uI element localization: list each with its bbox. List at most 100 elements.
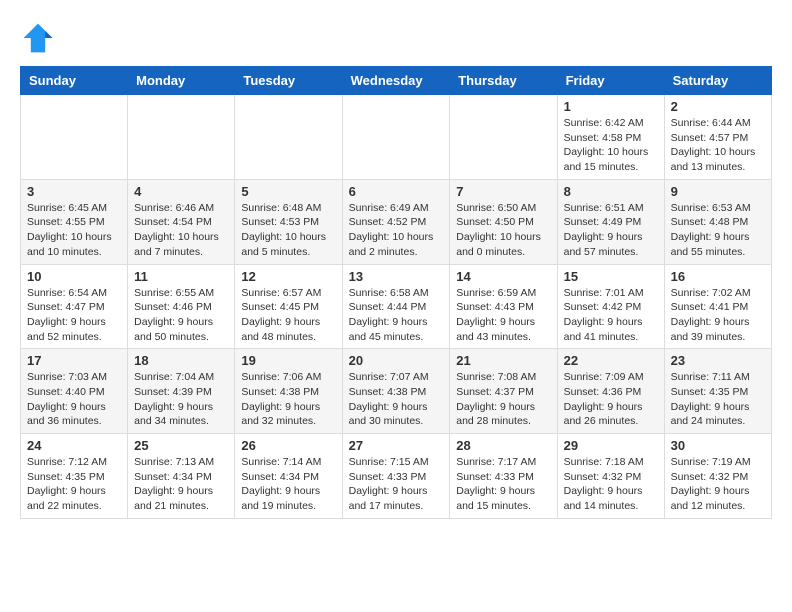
day-number: 24 xyxy=(27,438,121,453)
day-cell: 3 Sunrise: 6:45 AM Sunset: 4:55 PM Daylig… xyxy=(21,179,128,264)
day-info: Sunrise: 6:42 AM Sunset: 4:58 PM Dayligh… xyxy=(564,116,658,175)
day-number: 11 xyxy=(134,269,228,284)
day-cell: 26 Sunrise: 7:14 AM Sunset: 4:34 PM Dayli… xyxy=(235,434,342,519)
day-cell: 30Sunrise: 7:19 AM Sunset: 4:32 PM Dayli… xyxy=(664,434,771,519)
day-number: 27 xyxy=(349,438,444,453)
day-number: 3 xyxy=(27,184,121,199)
week-row-3: 10 Sunrise: 6:54 AM Sunset: 4:47 PM Dayli… xyxy=(21,264,772,349)
day-cell: 9Sunrise: 6:53 AM Sunset: 4:48 PM Daylig… xyxy=(664,179,771,264)
day-info: Sunrise: 6:54 AM Sunset: 4:47 PM Dayligh… xyxy=(27,286,121,345)
weekday-header-monday: Monday xyxy=(128,67,235,95)
day-cell: 12 Sunrise: 6:57 AM Sunset: 4:45 PM Dayli… xyxy=(235,264,342,349)
day-cell: 29Sunrise: 7:18 AM Sunset: 4:32 PM Dayli… xyxy=(557,434,664,519)
day-info: Sunrise: 6:58 AM Sunset: 4:44 PM Dayligh… xyxy=(349,286,444,345)
day-cell: 2Sunrise: 6:44 AM Sunset: 4:57 PM Daylig… xyxy=(664,95,771,180)
weekday-header-saturday: Saturday xyxy=(664,67,771,95)
week-row-4: 17 Sunrise: 7:03 AM Sunset: 4:40 PM Dayli… xyxy=(21,349,772,434)
day-cell: 25 Sunrise: 7:13 AM Sunset: 4:34 PM Dayli… xyxy=(128,434,235,519)
day-info: Sunrise: 7:13 AM Sunset: 4:34 PM Dayligh… xyxy=(134,455,228,514)
day-info: Sunrise: 7:01 AM Sunset: 4:42 PM Dayligh… xyxy=(564,286,658,345)
weekday-header-friday: Friday xyxy=(557,67,664,95)
day-cell xyxy=(128,95,235,180)
calendar-table: SundayMondayTuesdayWednesdayThursdayFrid… xyxy=(20,66,772,519)
day-cell: 14 Sunrise: 6:59 AM Sunset: 4:43 PM Dayli… xyxy=(450,264,557,349)
day-cell: 18Sunrise: 7:04 AM Sunset: 4:39 PM Dayli… xyxy=(128,349,235,434)
day-cell: 20 Sunrise: 7:07 AM Sunset: 4:38 PM Dayli… xyxy=(342,349,450,434)
day-number: 13 xyxy=(349,269,444,284)
day-number: 10 xyxy=(27,269,121,284)
day-cell: 7 Sunrise: 6:50 AM Sunset: 4:50 PM Daylig… xyxy=(450,179,557,264)
day-info: Sunrise: 6:55 AM Sunset: 4:46 PM Dayligh… xyxy=(134,286,228,345)
day-cell: 23 Sunrise: 7:11 AM Sunset: 4:35 PM Dayli… xyxy=(664,349,771,434)
day-number: 20 xyxy=(349,353,444,368)
day-number: 23 xyxy=(671,353,765,368)
day-info: Sunrise: 7:15 AM Sunset: 4:33 PM Dayligh… xyxy=(349,455,444,514)
day-cell xyxy=(21,95,128,180)
day-info: Sunrise: 7:07 AM Sunset: 4:38 PM Dayligh… xyxy=(349,370,444,429)
weekday-header-row: SundayMondayTuesdayWednesdayThursdayFrid… xyxy=(21,67,772,95)
week-row-2: 3 Sunrise: 6:45 AM Sunset: 4:55 PM Daylig… xyxy=(21,179,772,264)
weekday-header-sunday: Sunday xyxy=(21,67,128,95)
day-number: 1 xyxy=(564,99,658,114)
day-number: 21 xyxy=(456,353,550,368)
day-number: 2 xyxy=(671,99,765,114)
day-cell: 6 Sunrise: 6:49 AM Sunset: 4:52 PM Daylig… xyxy=(342,179,450,264)
day-info: Sunrise: 6:51 AM Sunset: 4:49 PM Dayligh… xyxy=(564,201,658,260)
day-number: 22 xyxy=(564,353,658,368)
day-info: Sunrise: 6:59 AM Sunset: 4:43 PM Dayligh… xyxy=(456,286,550,345)
day-number: 16 xyxy=(671,269,765,284)
day-cell: 16 Sunrise: 7:02 AM Sunset: 4:41 PM Dayli… xyxy=(664,264,771,349)
day-cell: 5Sunrise: 6:48 AM Sunset: 4:53 PM Daylig… xyxy=(235,179,342,264)
day-number: 15 xyxy=(564,269,658,284)
day-info: Sunrise: 6:57 AM Sunset: 4:45 PM Dayligh… xyxy=(241,286,335,345)
day-info: Sunrise: 6:45 AM Sunset: 4:55 PM Dayligh… xyxy=(27,201,121,260)
day-number: 12 xyxy=(241,269,335,284)
day-cell: 28 Sunrise: 7:17 AM Sunset: 4:33 PM Dayli… xyxy=(450,434,557,519)
day-info: Sunrise: 6:46 AM Sunset: 4:54 PM Dayligh… xyxy=(134,201,228,260)
day-number: 28 xyxy=(456,438,550,453)
day-cell xyxy=(235,95,342,180)
day-info: Sunrise: 7:04 AM Sunset: 4:39 PM Dayligh… xyxy=(134,370,228,429)
day-cell: 22 Sunrise: 7:09 AM Sunset: 4:36 PM Dayli… xyxy=(557,349,664,434)
day-info: Sunrise: 7:02 AM Sunset: 4:41 PM Dayligh… xyxy=(671,286,765,345)
day-cell: 21 Sunrise: 7:08 AM Sunset: 4:37 PM Dayli… xyxy=(450,349,557,434)
weekday-header-thursday: Thursday xyxy=(450,67,557,95)
day-number: 26 xyxy=(241,438,335,453)
day-cell: 27 Sunrise: 7:15 AM Sunset: 4:33 PM Dayli… xyxy=(342,434,450,519)
day-number: 29 xyxy=(564,438,658,453)
day-cell: 4 Sunrise: 6:46 AM Sunset: 4:54 PM Daylig… xyxy=(128,179,235,264)
weekday-header-tuesday: Tuesday xyxy=(235,67,342,95)
week-row-1: 1 Sunrise: 6:42 AM Sunset: 4:58 PM Daylig… xyxy=(21,95,772,180)
day-info: Sunrise: 7:09 AM Sunset: 4:36 PM Dayligh… xyxy=(564,370,658,429)
day-info: Sunrise: 7:14 AM Sunset: 4:34 PM Dayligh… xyxy=(241,455,335,514)
day-info: Sunrise: 6:48 AM Sunset: 4:53 PM Dayligh… xyxy=(241,201,335,260)
day-info: Sunrise: 7:03 AM Sunset: 4:40 PM Dayligh… xyxy=(27,370,121,429)
day-number: 17 xyxy=(27,353,121,368)
day-info: Sunrise: 7:12 AM Sunset: 4:35 PM Dayligh… xyxy=(27,455,121,514)
week-row-5: 24 Sunrise: 7:12 AM Sunset: 4:35 PM Dayli… xyxy=(21,434,772,519)
day-number: 6 xyxy=(349,184,444,199)
day-cell: 11 Sunrise: 6:55 AM Sunset: 4:46 PM Dayli… xyxy=(128,264,235,349)
day-info: Sunrise: 7:11 AM Sunset: 4:35 PM Dayligh… xyxy=(671,370,765,429)
day-info: Sunrise: 6:50 AM Sunset: 4:50 PM Dayligh… xyxy=(456,201,550,260)
day-cell: 17 Sunrise: 7:03 AM Sunset: 4:40 PM Dayli… xyxy=(21,349,128,434)
day-info: Sunrise: 7:06 AM Sunset: 4:38 PM Dayligh… xyxy=(241,370,335,429)
day-info: Sunrise: 6:53 AM Sunset: 4:48 PM Dayligh… xyxy=(671,201,765,260)
weekday-header-wednesday: Wednesday xyxy=(342,67,450,95)
day-info: Sunrise: 7:17 AM Sunset: 4:33 PM Dayligh… xyxy=(456,455,550,514)
day-cell xyxy=(342,95,450,180)
day-cell: 19Sunrise: 7:06 AM Sunset: 4:38 PM Dayli… xyxy=(235,349,342,434)
day-number: 30 xyxy=(671,438,765,453)
day-number: 14 xyxy=(456,269,550,284)
day-number: 25 xyxy=(134,438,228,453)
day-number: 4 xyxy=(134,184,228,199)
day-cell: 8Sunrise: 6:51 AM Sunset: 4:49 PM Daylig… xyxy=(557,179,664,264)
day-cell: 13 Sunrise: 6:58 AM Sunset: 4:44 PM Dayli… xyxy=(342,264,450,349)
day-number: 7 xyxy=(456,184,550,199)
day-cell: 10 Sunrise: 6:54 AM Sunset: 4:47 PM Dayli… xyxy=(21,264,128,349)
day-cell: 24 Sunrise: 7:12 AM Sunset: 4:35 PM Dayli… xyxy=(21,434,128,519)
day-cell: 15 Sunrise: 7:01 AM Sunset: 4:42 PM Dayli… xyxy=(557,264,664,349)
page-header xyxy=(20,20,772,56)
day-info: Sunrise: 6:49 AM Sunset: 4:52 PM Dayligh… xyxy=(349,201,444,260)
day-info: Sunrise: 7:08 AM Sunset: 4:37 PM Dayligh… xyxy=(456,370,550,429)
